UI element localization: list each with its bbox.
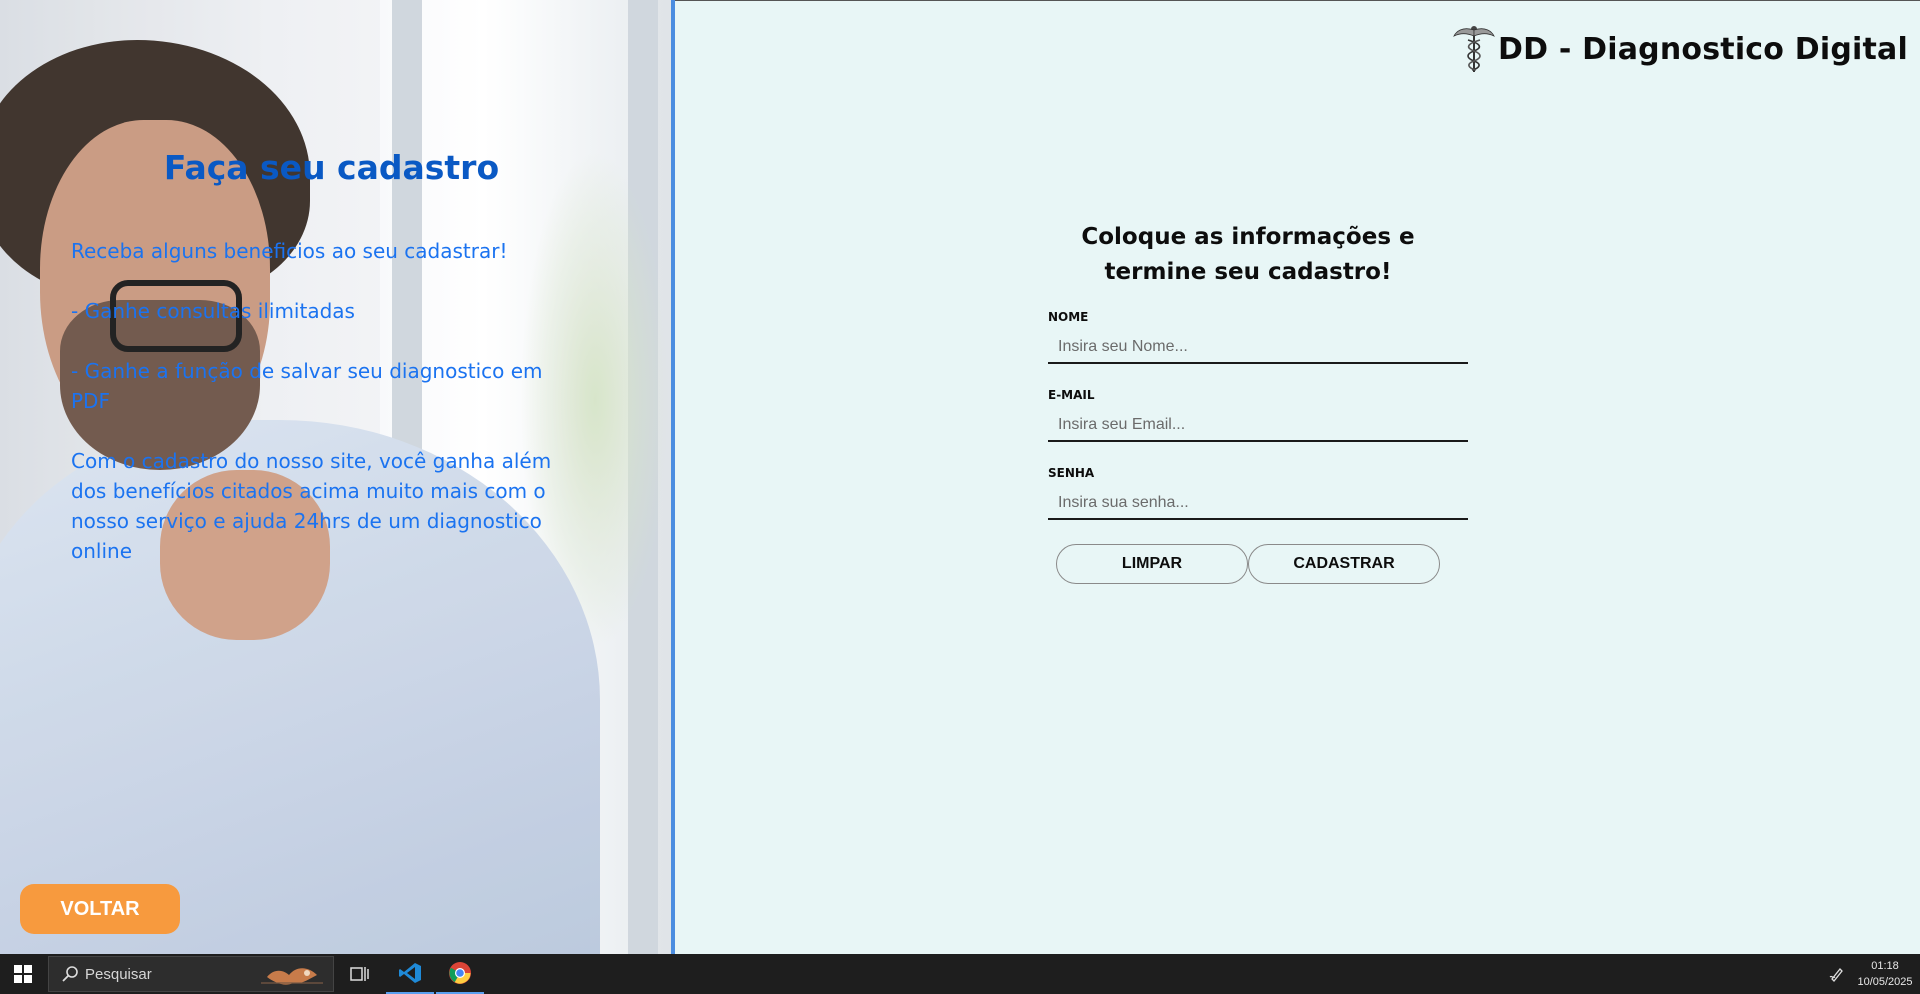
submit-button[interactable]: CADASTRAR xyxy=(1248,544,1440,584)
taskbar: Pesquisar 01:18 10/05/2025 xyxy=(0,954,1920,994)
password-label: SENHA xyxy=(1048,466,1095,480)
task-view-icon[interactable] xyxy=(336,954,384,994)
promo-paragraph: - Ganhe consultas ilimitadas xyxy=(71,299,355,323)
clear-button[interactable]: LIMPAR xyxy=(1056,544,1248,584)
search-highlight-icon xyxy=(261,968,323,985)
top-border xyxy=(675,0,1920,1)
name-label: NOME xyxy=(1048,310,1089,324)
email-input[interactable] xyxy=(1048,410,1468,442)
form-heading: Coloque as informações e termine seu cad… xyxy=(1081,224,1415,285)
brand-name: DD - Diagnostico Digital xyxy=(1498,31,1908,67)
vscode-icon[interactable] xyxy=(386,954,434,994)
name-input[interactable] xyxy=(1048,332,1468,364)
clock-time: 01:18 xyxy=(1871,960,1899,972)
name-field: NOME xyxy=(1048,310,1468,364)
chrome-icon[interactable] xyxy=(436,954,484,994)
windows-logo-icon xyxy=(14,965,32,983)
promo-paragraph: Com o cadastro do nosso site, você ganha… xyxy=(71,449,552,563)
panel-divider xyxy=(671,0,675,954)
password-input[interactable] xyxy=(1048,488,1468,520)
brand: DD - Diagnostico Digital xyxy=(1452,24,1908,74)
windows-start-icon[interactable] xyxy=(0,954,46,994)
taskbar-search[interactable]: Pesquisar xyxy=(48,956,334,992)
hero-image: Faça seu cadastro Receba alguns benefici… xyxy=(0,0,671,954)
clock-date: 10/05/2025 xyxy=(1857,976,1913,988)
password-field: SENHA xyxy=(1048,466,1468,520)
email-label: E-MAIL xyxy=(1048,388,1095,402)
search-placeholder: Pesquisar xyxy=(85,965,152,983)
promo-paragraph: - Ganhe a função de salvar seu diagnosti… xyxy=(71,359,543,413)
caduceus-icon xyxy=(1453,26,1495,72)
promo-paragraph: Receba alguns beneficios ao seu cadastra… xyxy=(71,239,508,263)
back-button[interactable]: VOLTAR xyxy=(20,884,180,934)
pen-icon[interactable] xyxy=(1822,954,1852,994)
email-field: E-MAIL xyxy=(1048,388,1468,442)
promo-title: Faça seu cadastro xyxy=(163,148,500,187)
search-icon xyxy=(62,966,78,982)
system-clock[interactable]: 01:18 10/05/2025 xyxy=(1850,958,1920,990)
